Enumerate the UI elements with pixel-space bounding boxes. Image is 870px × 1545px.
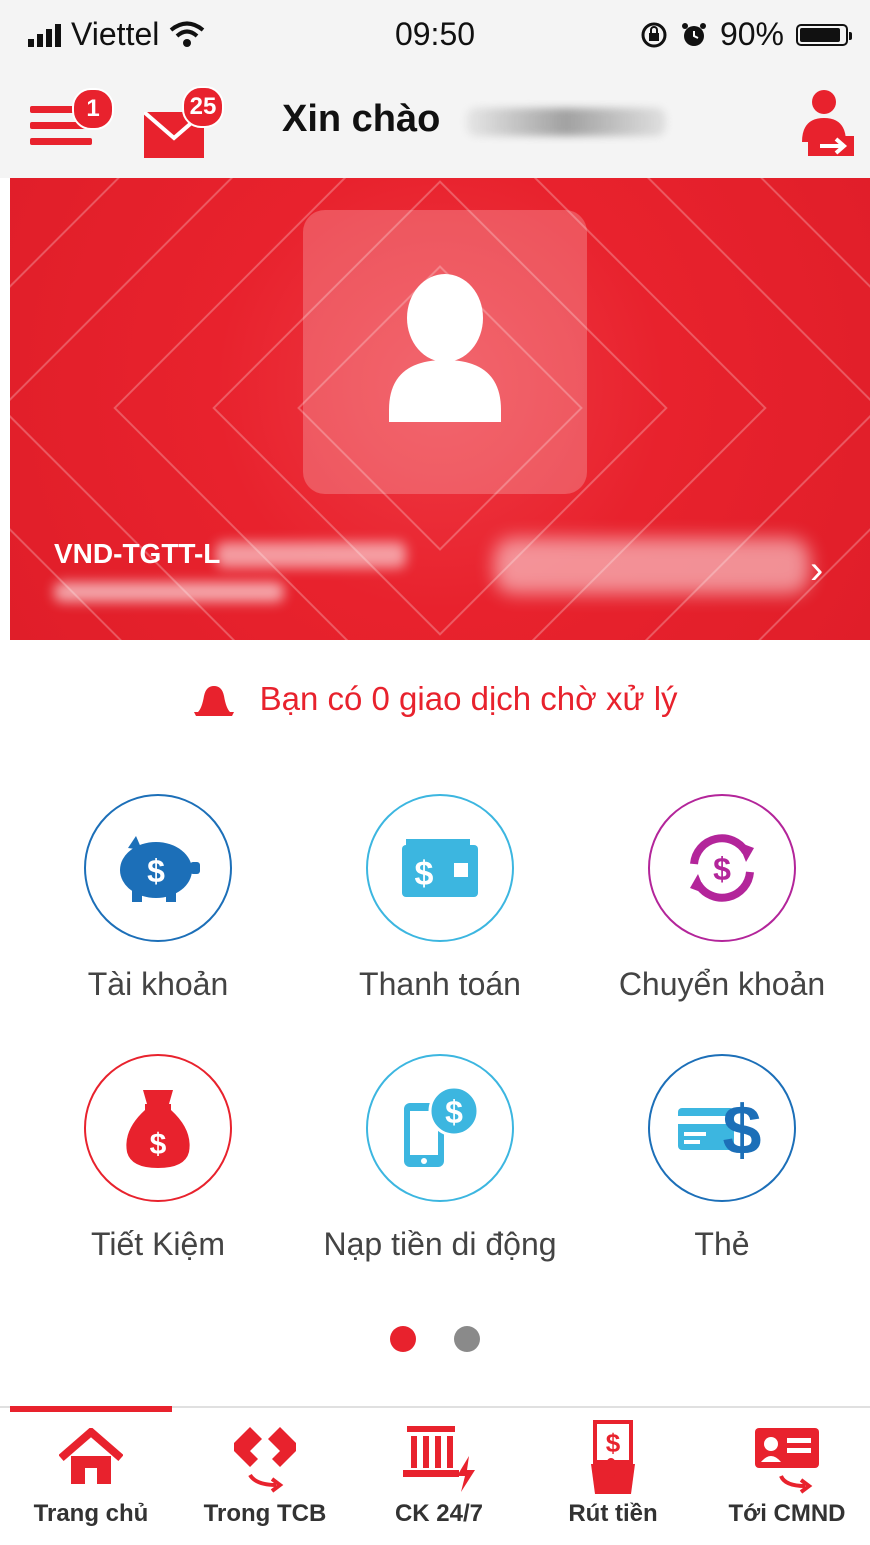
service-label: Chuyển khoản [618,966,826,1002]
tab-trong-tcb[interactable]: Trong TCB [178,1416,352,1544]
bell-icon [194,686,235,717]
tab-label: Rút tiền [568,1500,658,1527]
svg-text:$: $ [723,1092,762,1164]
svg-text:$: $ [147,853,165,889]
mail-badge: 25 [182,86,224,128]
active-tab-indicator [10,1406,172,1412]
chevron-right-icon[interactable]: › [810,548,823,593]
id-card-icon [755,1428,819,1494]
alarm-icon [681,22,706,46]
page-dot[interactable] [454,1326,480,1352]
svg-text:$: $ [713,851,731,887]
service-the[interactable]: $ Thẻ [582,1054,862,1263]
service-nap-tien[interactable]: $ Nạp tiền di động [300,1054,580,1263]
service-circle: $ [648,1054,796,1202]
account-banner[interactable]: VND-TGTT-L › [10,178,870,640]
tab-label: CK 24/7 [394,1500,484,1527]
account-name-redacted [216,542,406,568]
service-circle: $ [84,1054,232,1202]
pending-text: Bạn có 0 giao dịch chờ xử lý [259,680,678,717]
pending-transactions[interactable]: Bạn có 0 giao dịch chờ xử lý [0,680,870,720]
money-bag-icon: $ [126,1090,190,1168]
mobile-topup-icon: $ [404,1085,480,1167]
menu-button[interactable]: 1 [30,88,114,154]
exchange-icon: $ [690,834,754,902]
home-icon [59,1428,123,1484]
user-avatar-icon [389,274,501,422]
tab-label: Trong TCB [203,1500,327,1527]
svg-text:$: $ [606,1428,621,1458]
tab-ck-247[interactable]: CK 24/7 [352,1416,526,1544]
page-indicator [0,1326,870,1352]
tab-rut-tien[interactable]: $ Rút tiền [526,1416,700,1544]
rotation-lock-icon [641,22,667,47]
service-label: Nạp tiền di động [323,1226,557,1262]
wallet-icon: $ [402,839,478,897]
service-label: Tiết Kiệm [91,1226,225,1262]
service-label: Thanh toán [359,966,521,1002]
battery-icon [796,23,852,46]
account-name: VND-TGTT-L [54,538,221,569]
bank-247-icon [403,1426,475,1492]
status-bar: Viettel 09:50 90% [0,0,870,70]
service-circle: $ [366,794,514,942]
avatar[interactable] [303,210,587,494]
withdraw-icon: $ [591,1420,635,1494]
service-label: Tài khoản [87,966,229,1002]
service-label: Thẻ [694,1226,750,1262]
service-tai-khoan[interactable]: $ Tài khoản [18,794,298,1003]
service-chuyen-khoan[interactable]: $ Chuyển khoản [582,794,862,1003]
svg-text:$: $ [445,1094,463,1130]
tab-trang-chu[interactable]: Trang chủ [4,1416,178,1544]
service-circle: $ [366,1054,514,1202]
tab-label: Tới CMND [728,1500,846,1527]
piggy-bank-icon: $ [120,836,200,902]
status-right: 90% [640,16,852,53]
balance-redacted [494,538,810,594]
service-tiet-kiem[interactable]: $ Tiết Kiệm [18,1054,298,1263]
user-logout-icon [802,90,854,156]
service-circle: $ [84,794,232,942]
greeting-text: Xin chào [282,98,441,140]
menu-badge: 1 [72,88,114,130]
bottom-tab-bar: Trang chủ Trong TCB CK 24/7 $ Rút tiền T… [0,1406,870,1545]
service-circle: $ [648,794,796,942]
transfer-tcb-icon [234,1427,296,1493]
svg-text:$: $ [150,1128,167,1161]
app-header: 1 25 Xin chào [0,70,870,178]
username-redacted [466,108,666,136]
service-thanh-toan[interactable]: $ Thanh toán [300,794,580,1003]
account-number-redacted [54,582,284,602]
mail-button[interactable]: 25 [144,86,232,158]
page-dot-active[interactable] [390,1326,416,1352]
svg-text:$: $ [415,855,434,893]
logout-button[interactable] [798,88,856,158]
tab-label: Trang chủ [33,1500,149,1527]
battery-percent: 90% [719,16,784,52]
tab-toi-cmnd[interactable]: Tới CMND [700,1416,870,1544]
card-icon: $ [678,1092,762,1164]
